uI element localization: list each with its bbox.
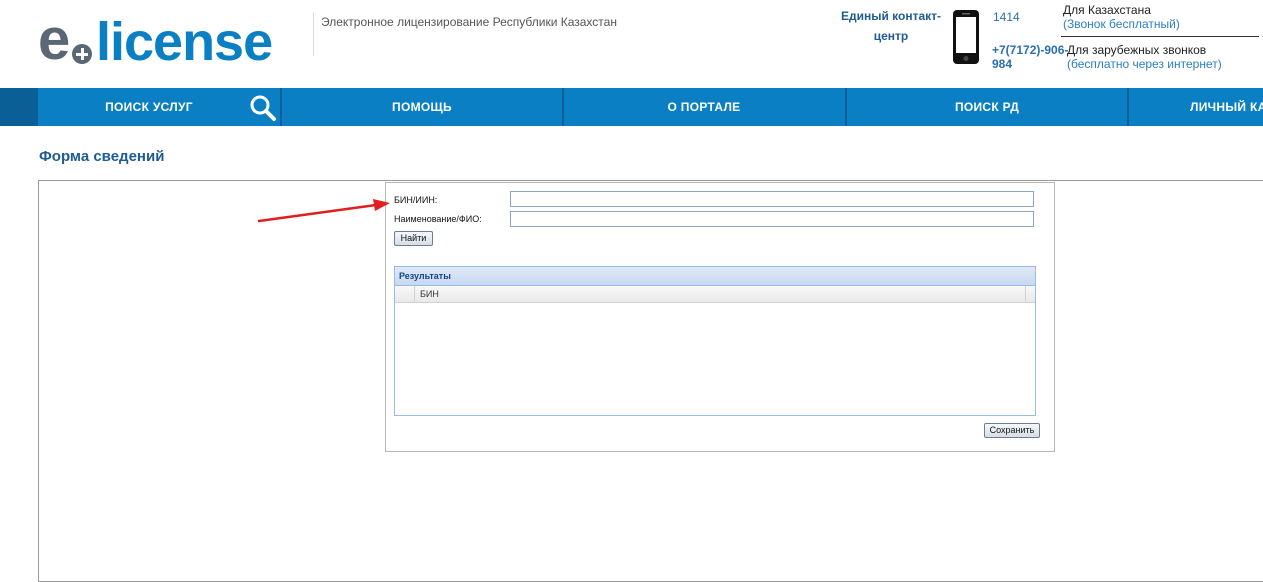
search-form-panel: БИН/ИИН: Наименование/ФИО: Найти Результ… <box>385 182 1055 452</box>
bin-input[interactable] <box>510 191 1034 207</box>
smartphone-icon <box>952 9 980 65</box>
nav-item-rd-search[interactable]: ПОИСК РД <box>847 88 1127 126</box>
nav-item-about[interactable]: О ПОРТАЛЕ <box>564 88 844 126</box>
elicense-logo[interactable]: e license <box>38 10 308 74</box>
logo-e-letter: e <box>38 7 70 72</box>
find-button[interactable]: Найти <box>394 231 433 246</box>
contact-center-title: Единый контакт-центр <box>840 9 942 43</box>
search-icon[interactable] <box>249 94 277 122</box>
page-title: Форма сведений <box>39 148 165 165</box>
results-grid: Результаты БИН <box>394 266 1036 416</box>
save-button[interactable]: Сохранить <box>984 423 1040 438</box>
name-input[interactable] <box>510 211 1034 227</box>
kz-calls-note: (Звонок бесплатный) <box>1063 17 1180 31</box>
row-number-column <box>395 286 415 302</box>
nav-item-help[interactable]: ПОМОЩЬ <box>282 88 562 126</box>
results-grid-header: Результаты <box>395 267 1035 286</box>
kz-calls-label: Для Казахстана <box>1063 3 1151 17</box>
contact-divider-line <box>1061 36 1259 37</box>
results-title: Результаты <box>399 271 451 281</box>
logo-plus-icon <box>72 44 92 64</box>
intl-calls-note[interactable]: (бесплатно через интернет) <box>1067 57 1222 71</box>
annotation-arrow-icon <box>257 199 390 223</box>
column-header-bin[interactable]: БИН <box>420 289 439 299</box>
phone-intl-number[interactable]: +7(7172)-906-984 <box>992 43 1068 71</box>
header-divider <box>313 12 314 56</box>
logo-wordmark: license <box>96 12 273 72</box>
name-label: Наименование/ФИО: <box>394 214 482 224</box>
nav-item-service-search[interactable]: ПОИСК УСЛУГ <box>38 88 260 126</box>
nav-separator <box>1127 88 1129 126</box>
intl-calls-label: Для зарубежных звонков <box>1067 43 1207 57</box>
nav-item-account[interactable]: ЛИЧНЫЙ КАБИНЕТ <box>1190 88 1263 126</box>
nav-left-block <box>0 88 38 126</box>
main-navbar: ПОИСК УСЛУГ ПОМОЩЬ О ПОРТАЛЕ ПОИСК РД ЛИ… <box>0 88 1263 126</box>
column-separator <box>1025 286 1026 302</box>
phone-local-number[interactable]: 1414 <box>993 10 1020 24</box>
results-column-header-row: БИН <box>395 286 1035 303</box>
bin-label: БИН/ИИН: <box>394 195 438 205</box>
header-tagline: Электронное лицензирование Республики Ка… <box>321 15 617 29</box>
